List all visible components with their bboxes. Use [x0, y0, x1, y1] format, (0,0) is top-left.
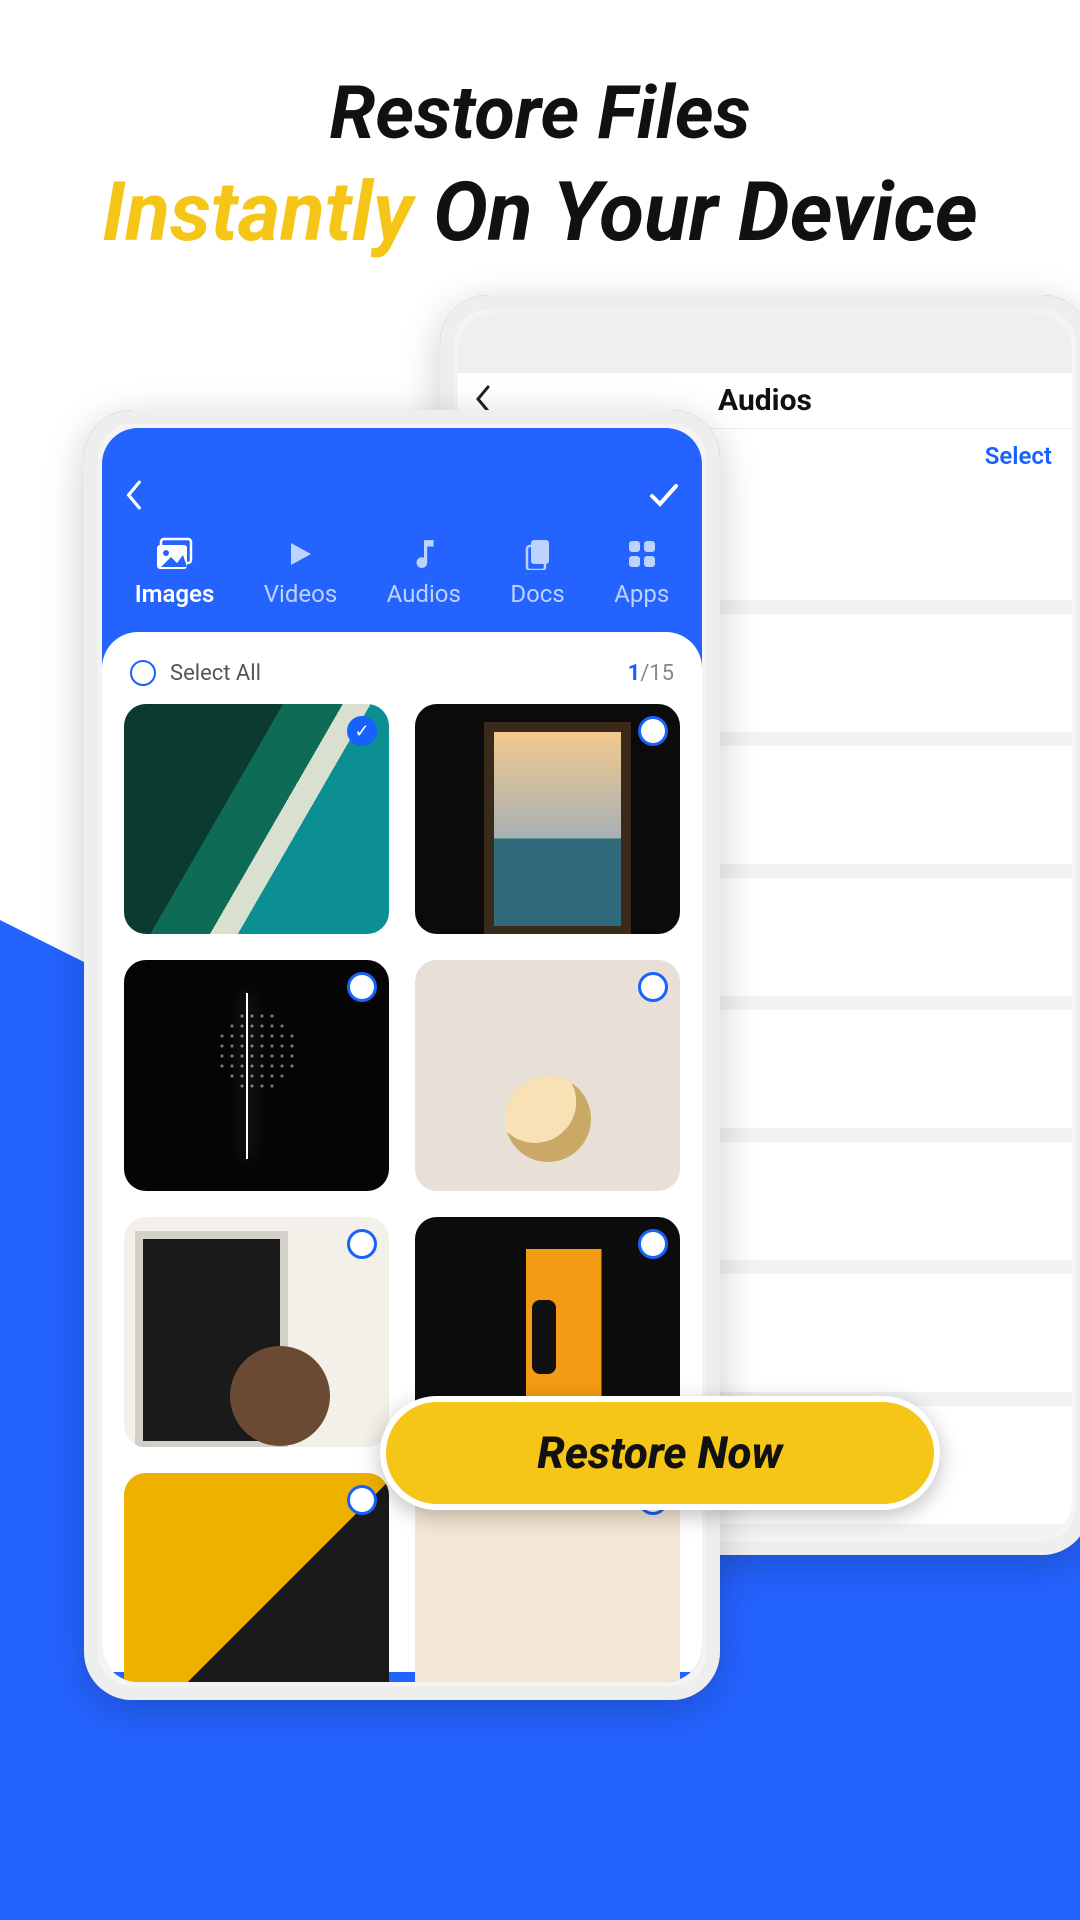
tab-apps[interactable]: Apps — [614, 536, 669, 608]
select-ring-icon[interactable] — [638, 1229, 668, 1259]
tab-label: Audios — [387, 580, 461, 608]
image-tile[interactable]: ✓ — [124, 704, 389, 934]
tab-label: Docs — [510, 580, 564, 608]
play-icon — [285, 536, 315, 572]
confirm-icon[interactable] — [648, 480, 680, 518]
docs-icon — [523, 536, 553, 572]
select-ring-icon[interactable] — [638, 716, 668, 746]
select-all-checkbox[interactable] — [130, 660, 156, 686]
selection-count: 1/15 — [628, 661, 674, 686]
image-tile[interactable] — [415, 704, 680, 934]
tab-docs[interactable]: Docs — [510, 536, 564, 608]
image-tile[interactable] — [124, 1473, 389, 1682]
image-tile[interactable] — [415, 960, 680, 1190]
tab-audios[interactable]: Audios — [387, 536, 461, 608]
image-tile[interactable] — [124, 960, 389, 1190]
image-tile[interactable] — [124, 1217, 389, 1447]
headline-line2-rest: On Your Device — [433, 165, 978, 261]
total-number: /15 — [640, 661, 674, 686]
tab-images[interactable]: Images — [135, 536, 215, 608]
tab-label: Images — [135, 580, 215, 608]
image-grid: ✓ — [124, 704, 680, 1682]
promo-headline: Restore Files Instantly On Your Device — [0, 70, 1080, 261]
select-ring-icon[interactable] — [347, 1485, 377, 1515]
tab-label: Apps — [614, 580, 669, 608]
select-link[interactable]: Select — [985, 442, 1052, 470]
selected-number: 1 — [628, 661, 641, 686]
selected-check-icon[interactable]: ✓ — [347, 716, 377, 746]
cta-label: Restore Now — [537, 1427, 782, 1479]
select-ring-icon[interactable] — [347, 1229, 377, 1259]
restore-now-button[interactable]: Restore Now — [380, 1396, 940, 1510]
headline-highlight: Instantly — [102, 165, 413, 261]
music-note-icon — [411, 536, 437, 572]
tab-label: Videos — [264, 580, 337, 608]
audios-title: Audios — [718, 383, 812, 418]
select-all-label: Select All — [170, 661, 261, 686]
back-icon[interactable] — [124, 480, 146, 518]
select-ring-icon[interactable] — [347, 972, 377, 1002]
tab-videos[interactable]: Videos — [264, 536, 337, 608]
select-ring-icon[interactable] — [638, 972, 668, 1002]
apps-grid-icon — [627, 536, 657, 572]
headline-line1: Restore Files — [0, 70, 1080, 157]
images-icon — [155, 536, 195, 572]
category-tabs: Images Videos Audios — [102, 524, 702, 632]
